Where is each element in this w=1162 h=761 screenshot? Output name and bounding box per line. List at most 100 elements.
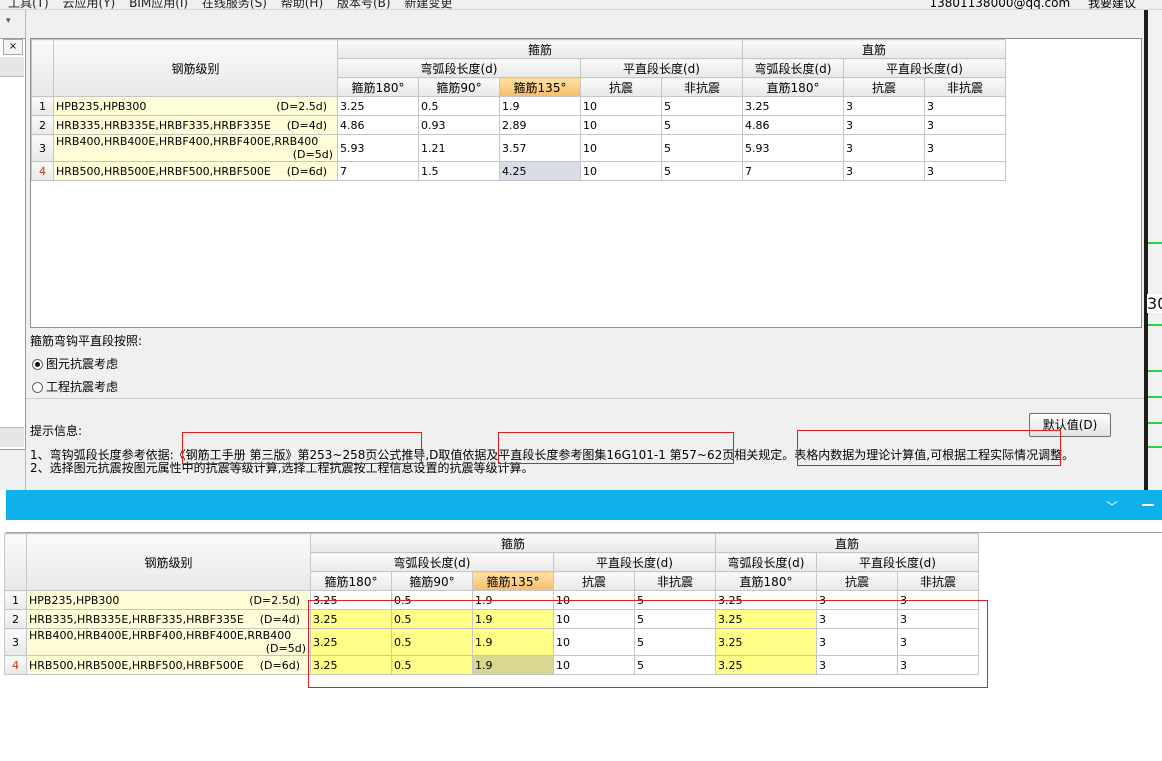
cell-straight-180[interactable]: 4.86 xyxy=(742,115,844,135)
radio-project-seismic[interactable]: 工程抗震考虑 xyxy=(30,379,142,395)
row-number[interactable]: 1 xyxy=(4,590,27,610)
menu-help[interactable]: 帮助(H) xyxy=(281,0,323,9)
header-level: 钢筋级别 xyxy=(26,533,311,591)
cell-straight-180[interactable]: 5.93 xyxy=(742,134,844,162)
account-email[interactable]: 13801138000@qq.com xyxy=(929,0,1070,9)
level-diameter: (D=5d) xyxy=(265,642,306,655)
header-stirrup-90: 箍筋90° xyxy=(391,571,473,591)
row-number[interactable]: 3 xyxy=(4,628,27,656)
cell-straight-non-seismic[interactable]: 3 xyxy=(924,161,1006,181)
row-number[interactable]: 4 xyxy=(4,655,27,675)
header-straight-non-seismic: 非抗震 xyxy=(924,77,1006,97)
row-number[interactable]: 2 xyxy=(31,115,54,135)
header-stirrup-180: 箍筋180° xyxy=(337,77,419,97)
corner-cell xyxy=(31,39,54,97)
cell-stirrup-135[interactable]: 2.89 xyxy=(499,115,581,135)
level-name: HRB500,HRB500E,HRBF500,HRBF500E xyxy=(29,658,244,672)
minimize-icon[interactable] xyxy=(1142,504,1154,506)
radio-unchecked-icon[interactable] xyxy=(32,382,43,393)
row-level: HRB400,HRB400E,HRBF400,HRBF400E,RRB400 (D… xyxy=(26,628,311,656)
cell-seismic[interactable]: 10 xyxy=(580,134,662,162)
row-level: HPB235,HPB300 (D=2.5d) xyxy=(26,590,311,610)
green-guide-line xyxy=(1148,370,1162,372)
cell-stirrup-180[interactable]: 7 xyxy=(337,161,419,181)
row-number[interactable]: 4 xyxy=(31,161,54,181)
menu-items: 工具(T) 云应用(Y) BIM应用(I) 在线服务(S) 帮助(H) 版本号(… xyxy=(8,0,462,9)
cell-stirrup-90[interactable]: 0.5 xyxy=(418,96,500,116)
header-straight-seismic: 抗震 xyxy=(816,571,898,591)
annotation-box-manual xyxy=(182,432,422,464)
level-name: HRB400,HRB400E,HRBF400,HRBF400E,RRB400 xyxy=(56,135,319,149)
row-level: HRB500,HRB500E,HRBF500,HRBF500E (D=6d) xyxy=(53,161,338,181)
cell-seismic[interactable]: 10 xyxy=(580,96,662,116)
row-number[interactable]: 1 xyxy=(31,96,54,116)
cell-straight-non-seismic[interactable]: 3 xyxy=(924,134,1006,162)
header-straight: 直筋 xyxy=(715,533,979,553)
cell-seismic[interactable]: 10 xyxy=(580,161,662,181)
menu-version[interactable]: 版本号(B) xyxy=(337,0,391,9)
menu-cloud[interactable]: 云应用(Y) xyxy=(63,0,116,9)
dropdown-arrow-icon[interactable]: ▾ xyxy=(6,16,11,26)
level-name: HPB235,HPB300 xyxy=(56,99,147,113)
annotation-box-atlas xyxy=(498,432,734,464)
cell-stirrup-135[interactable]: 1.9 xyxy=(499,96,581,116)
green-guide-line xyxy=(1148,324,1162,326)
cell-non-seismic[interactable]: 5 xyxy=(661,161,743,181)
header-stirrup-arc: 弯弧段长度(d) xyxy=(337,58,581,78)
row-level: HRB335,HRB335E,HRBF335,HRBF335E (D=4d) xyxy=(26,609,311,629)
cell-seismic[interactable]: 10 xyxy=(580,115,662,135)
green-guide-line xyxy=(1148,446,1162,448)
row-number[interactable]: 3 xyxy=(31,134,54,162)
table-row: 2 HRB335,HRB335E,HRBF335,HRBF335E (D=4d) … xyxy=(31,115,1006,135)
cell-stirrup-90[interactable]: 1.21 xyxy=(418,134,500,162)
cell-stirrup-135[interactable]: 3.57 xyxy=(499,134,581,162)
radio-element-seismic[interactable]: 图元抗震考虑 xyxy=(30,356,142,372)
menu-tools[interactable]: 工具(T) xyxy=(8,0,49,9)
divider xyxy=(26,398,1144,399)
row-level: HRB335,HRB335E,HRBF335,HRBF335E (D=4d) xyxy=(53,115,338,135)
cell-straight-seismic[interactable]: 3 xyxy=(843,115,925,135)
options-title: 箍筋弯钩平直段按照: xyxy=(30,334,143,348)
window-title-bar: ﹀ xyxy=(6,490,1162,520)
cell-stirrup-180[interactable]: 3.25 xyxy=(337,96,419,116)
cell-straight-seismic[interactable]: 3 xyxy=(843,134,925,162)
row-level: HRB400,HRB400E,HRBF400,HRBF400E,RRB400 (D… xyxy=(53,134,338,162)
cell-stirrup-90[interactable]: 0.93 xyxy=(418,115,500,135)
right-edge-canvas xyxy=(1148,10,1162,490)
menu-bim[interactable]: BIM应用(I) xyxy=(129,0,188,9)
hook-length-grid: 钢筋级别 箍筋 直筋 弯弧段长度(d) 平直段长度(d) 弯弧段长度(d) 平直… xyxy=(30,38,1142,328)
cell-stirrup-180[interactable]: 5.93 xyxy=(337,134,419,162)
cell-straight-180[interactable]: 3.25 xyxy=(742,96,844,116)
cell-straight-non-seismic[interactable]: 3 xyxy=(924,96,1006,116)
header-non-seismic: 非抗震 xyxy=(661,77,743,97)
header-straight-flat: 平直段长度(d) xyxy=(843,58,1006,78)
level-diameter: (D=2.5d) xyxy=(249,593,300,607)
level-diameter: (D=2.5d) xyxy=(276,99,327,113)
header-straight-arc: 弯弧段长度(d) xyxy=(742,58,844,78)
cell-straight-seismic[interactable]: 3 xyxy=(843,96,925,116)
cell-non-seismic[interactable]: 5 xyxy=(661,96,743,116)
cell-straight-180[interactable]: 7 xyxy=(742,161,844,181)
cell-straight-seismic[interactable]: 3 xyxy=(843,161,925,181)
cell-stirrup-135-selected[interactable]: 4.25 xyxy=(499,161,581,181)
cell-straight-non-seismic[interactable]: 3 xyxy=(924,115,1006,135)
header-straight-seismic: 抗震 xyxy=(843,77,925,97)
table-row: 4 HRB500,HRB500E,HRBF500,HRBF500E (D=6d) … xyxy=(31,161,1006,181)
cell-non-seismic[interactable]: 5 xyxy=(661,134,743,162)
chevron-down-icon[interactable]: ﹀ xyxy=(1106,498,1118,514)
radio-checked-icon[interactable] xyxy=(32,359,43,370)
level-name: HRB400,HRB400E,HRBF400,HRBF400E,RRB400 xyxy=(29,629,292,643)
row-number[interactable]: 2 xyxy=(4,609,27,629)
header-straight-180: 直筋180° xyxy=(715,571,817,591)
account-area: 13801138000@qq.com 我要建议 xyxy=(915,0,1136,9)
suggestion-link[interactable]: 我要建议 xyxy=(1088,0,1136,9)
header-seismic: 抗震 xyxy=(553,571,635,591)
menu-new-change[interactable]: 新建变更 xyxy=(404,0,452,9)
menu-online[interactable]: 在线服务(S) xyxy=(202,0,267,9)
cell-stirrup-90[interactable]: 1.5 xyxy=(418,161,500,181)
table-row: 3 HRB400,HRB400E,HRBF400,HRBF400E,RRB400… xyxy=(31,134,1006,162)
cell-stirrup-180[interactable]: 4.86 xyxy=(337,115,419,135)
close-icon[interactable]: × xyxy=(3,39,23,55)
cell-non-seismic[interactable]: 5 xyxy=(661,115,743,135)
green-guide-line xyxy=(1148,422,1162,424)
